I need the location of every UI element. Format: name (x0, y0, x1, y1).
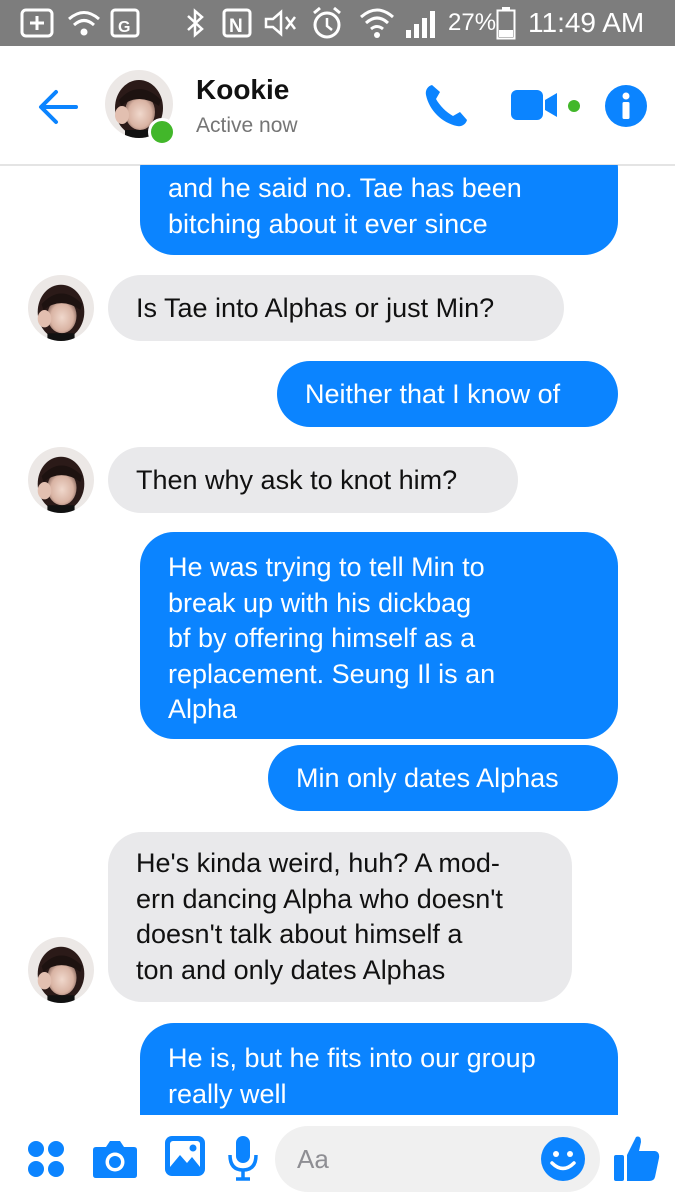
message-line: doesn't talk about himself a (136, 919, 463, 949)
incoming-message[interactable]: Then why ask to knot him? (108, 447, 518, 513)
outgoing-message[interactable]: He is, but he fits into our group really… (140, 1023, 618, 1115)
phone-icon[interactable] (422, 82, 470, 130)
battery-percent: 27% (448, 9, 497, 36)
info-icon[interactable] (604, 84, 648, 128)
battery-icon (496, 7, 516, 40)
message-list[interactable]: and he said no. Tae has been bitching ab… (0, 165, 675, 1115)
contact-name[interactable]: Kookie (196, 74, 289, 106)
clock: 11:49 AM (528, 7, 645, 38)
message-line: Min only dates Alphas (296, 763, 559, 793)
outgoing-message[interactable]: He was trying to tell Min to break up wi… (140, 532, 618, 739)
online-indicator (148, 118, 176, 146)
message-line: ton and only dates Alphas (136, 954, 446, 985)
sender-avatar[interactable] (28, 937, 94, 1003)
message-line: Neither that I know of (305, 379, 561, 409)
camera-icon[interactable] (92, 1137, 138, 1179)
message-line: He was trying to tell Min to (168, 552, 485, 582)
message-line: ern dancing Alpha who doesn't (136, 883, 503, 914)
back-arrow-icon[interactable] (36, 88, 80, 126)
video-icon[interactable] (510, 88, 558, 122)
microphone-icon[interactable] (226, 1135, 260, 1181)
sender-avatar[interactable] (28, 447, 94, 513)
bluetooth-icon (187, 8, 204, 38)
message-line: and he said no. Tae has been (168, 173, 522, 203)
signal-icon (406, 11, 435, 38)
message-line: Then why ask to knot him? (136, 465, 458, 495)
message-line: bf by offering himself as a (168, 623, 476, 653)
composer-bar (0, 1115, 675, 1200)
message-line: break up with his dickbag (168, 587, 472, 618)
wifi-icon-2 (360, 8, 394, 38)
message-line: replacement. Seung Il is an (168, 658, 496, 689)
status-bar: G N 27% 11:49 AM (0, 0, 675, 46)
conversation-header: Kookie Active now (0, 46, 675, 166)
message-line: He is, but he fits into our group (168, 1043, 536, 1073)
active-status: Active now (196, 114, 298, 137)
alarm-icon (313, 6, 341, 39)
gallery-icon: G (110, 8, 140, 38)
nfc-icon: N (222, 8, 252, 38)
message-line: Alpha (168, 694, 238, 724)
message-line: He's kinda weird, huh? A mod- (136, 848, 500, 878)
mute-icon (264, 9, 296, 37)
message-line: Is Tae into Alphas or just Min? (136, 293, 495, 323)
incoming-message[interactable]: He's kinda weird, huh? A mod- ern dancin… (108, 832, 572, 1002)
video-active-dot (568, 100, 580, 112)
incoming-message[interactable]: Is Tae into Alphas or just Min? (108, 275, 564, 341)
wifi-icon (68, 11, 100, 36)
apps-grid-icon[interactable] (26, 1139, 66, 1179)
thumbs-up-icon[interactable] (612, 1133, 662, 1183)
plus-box-icon (20, 8, 54, 38)
image-icon[interactable] (164, 1135, 206, 1177)
emoji-icon[interactable] (540, 1136, 586, 1182)
outgoing-message[interactable]: and he said no. Tae has been bitching ab… (140, 165, 618, 255)
svg-text:G: G (118, 19, 130, 36)
message-line: bitching about it ever since (168, 208, 488, 239)
outgoing-message[interactable]: Neither that I know of (277, 361, 618, 427)
svg-text:N: N (229, 16, 243, 37)
sender-avatar[interactable] (28, 275, 94, 341)
message-line: really well (168, 1078, 287, 1109)
outgoing-message[interactable]: Min only dates Alphas (268, 745, 618, 811)
